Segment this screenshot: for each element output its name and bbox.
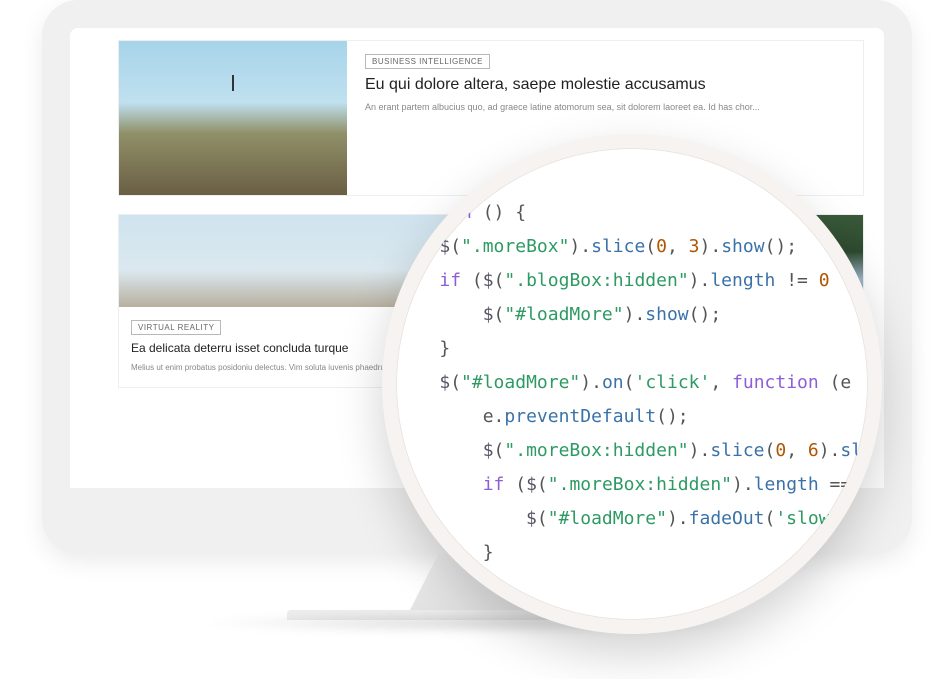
code-text: () { xyxy=(472,202,526,223)
code-keyword: function xyxy=(732,372,819,393)
code-obj: e xyxy=(483,406,494,427)
category-tag[interactable]: BUSINESS INTELLIGENCE xyxy=(365,54,490,69)
code-op: != xyxy=(775,270,818,291)
code-op: == xyxy=(819,474,862,495)
code-method: slice xyxy=(710,440,764,461)
code-snippet: unction () { $(".moreBox").slice(0, 3).s… xyxy=(396,196,873,604)
code-method: show xyxy=(645,304,688,325)
magnifier-lens: unction () { $(".moreBox").slice(0, 3).s… xyxy=(382,134,882,634)
code-string: ".moreBox" xyxy=(461,236,569,257)
code-text: } xyxy=(396,338,450,359)
code-text: (e xyxy=(819,372,852,393)
code-jquery: $ xyxy=(526,508,537,529)
category-tag[interactable]: VIRTUAL REALITY xyxy=(131,320,221,335)
code-keyword: if xyxy=(483,474,505,495)
code-string: 'click' xyxy=(634,372,710,393)
code-string: ".moreBox:hidden" xyxy=(548,474,732,495)
code-method: on xyxy=(602,372,624,393)
code-method: sli xyxy=(840,440,873,461)
code-prop: length xyxy=(710,270,775,291)
code-jquery: $ xyxy=(483,304,494,325)
code-jquery: $ xyxy=(439,372,450,393)
code-string: "#loadMore" xyxy=(548,508,667,529)
code-string: 'slow' xyxy=(775,508,840,529)
code-number: 0 xyxy=(656,236,667,257)
featured-title[interactable]: Eu qui dolore altera, saepe molestie acc… xyxy=(365,75,849,95)
code-jquery: $ xyxy=(483,270,494,291)
featured-image xyxy=(119,41,347,195)
code-method: slice xyxy=(591,236,645,257)
code-number: 0 xyxy=(819,270,830,291)
code-number: 3 xyxy=(689,236,700,257)
featured-desc: An erant partem albucius quo, ad graece … xyxy=(365,101,849,114)
code-method: fadeOut xyxy=(689,508,765,529)
code-text: }); xyxy=(396,576,472,597)
code-string: "#loadMore" xyxy=(461,372,580,393)
code-jquery: $ xyxy=(439,236,450,257)
code-number: 0 xyxy=(775,440,786,461)
code-number: 6 xyxy=(808,440,819,461)
code-text: } xyxy=(396,542,494,563)
code-method: preventDefault xyxy=(504,406,656,427)
code-jquery: $ xyxy=(526,474,537,495)
code-string: ".moreBox:hidden" xyxy=(504,440,688,461)
code-string: ".blogBox:hidden" xyxy=(504,270,688,291)
code-method: show xyxy=(721,236,764,257)
code-string: "#loadMore" xyxy=(504,304,623,325)
code-keyword: unction xyxy=(396,202,472,223)
code-keyword: if xyxy=(439,270,461,291)
code-prop: length xyxy=(754,474,819,495)
code-jquery: $ xyxy=(483,440,494,461)
